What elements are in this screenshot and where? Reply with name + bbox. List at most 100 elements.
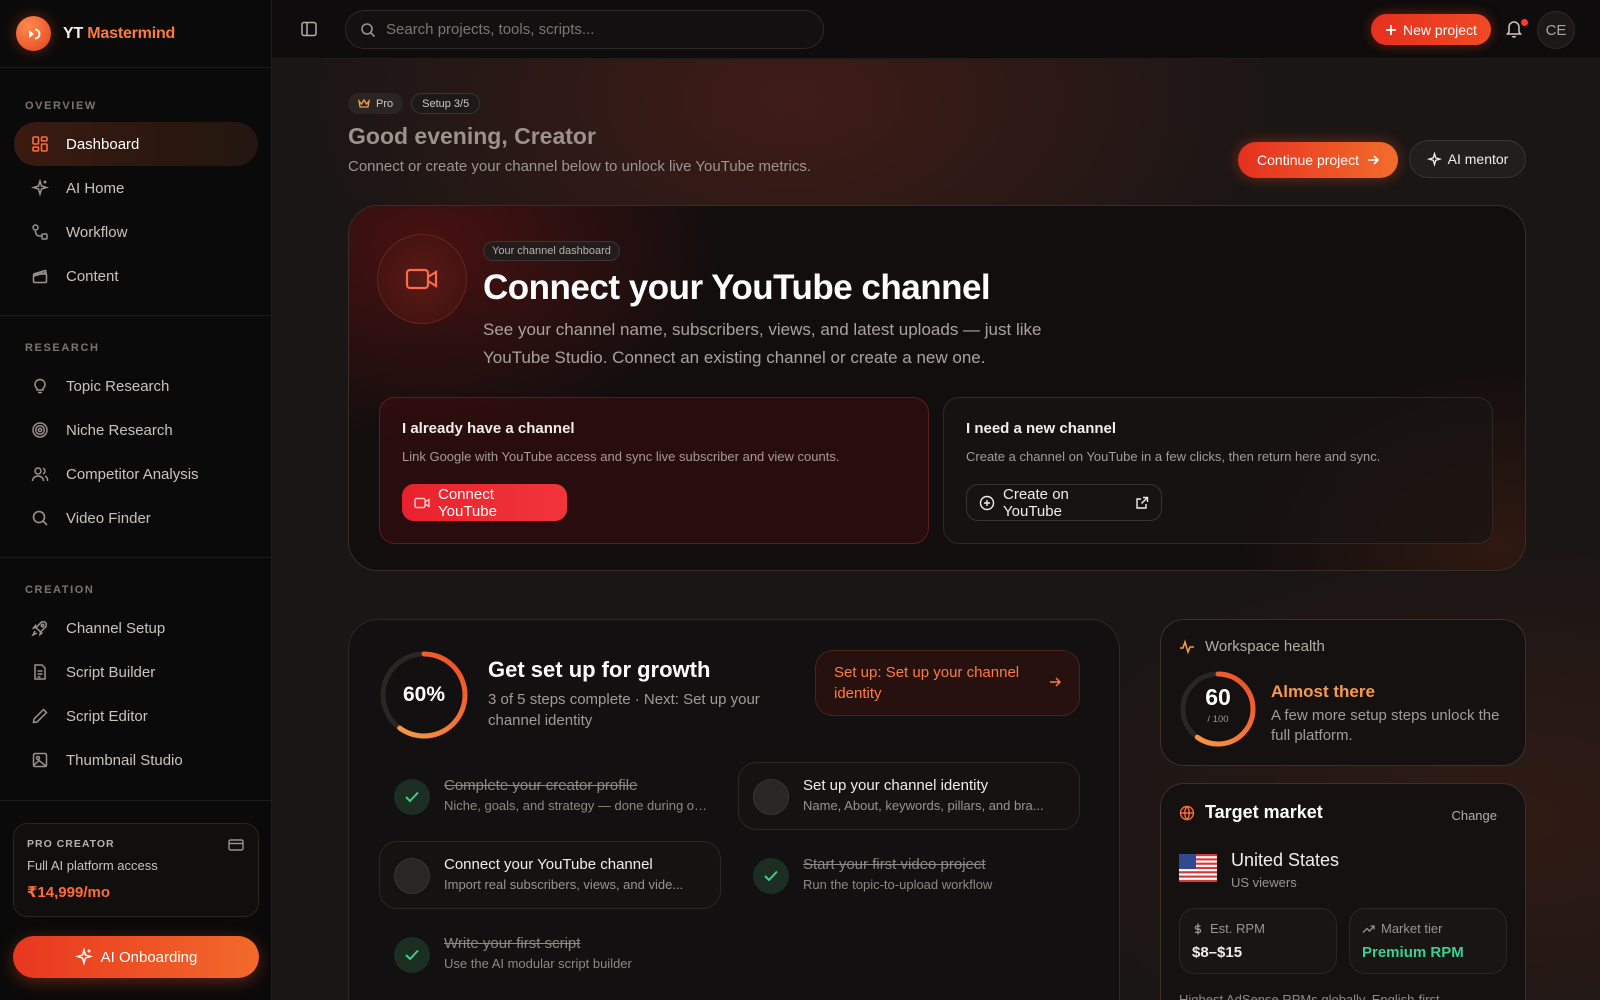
arrow-right-icon bbox=[1049, 676, 1061, 688]
health-score: 60 bbox=[1205, 684, 1231, 710]
option-desc: Link Google with YouTube access and sync… bbox=[402, 449, 840, 464]
sidebar-item-content[interactable]: Content bbox=[14, 254, 258, 298]
video-camera-icon bbox=[377, 234, 467, 324]
brand[interactable]: YT Mastermind bbox=[0, 0, 271, 68]
search-bar[interactable] bbox=[345, 10, 824, 49]
sidebar-item-label: Competitor Analysis bbox=[66, 465, 199, 483]
sidebar-item-video-finder[interactable]: Video Finder bbox=[14, 496, 258, 540]
growth-title: Get set up for growth bbox=[488, 657, 711, 682]
us-flag-icon bbox=[1179, 854, 1217, 882]
setup-progress-badge: Setup 3/5 bbox=[411, 93, 481, 114]
checklist-step[interactable]: Start your first video project Run the t… bbox=[738, 841, 1080, 909]
plan-price: ₹14,999/mo bbox=[27, 884, 110, 901]
new-project-button[interactable]: New project bbox=[1371, 14, 1491, 45]
rocket-icon bbox=[30, 618, 50, 638]
sidebar-item-label: Niche Research bbox=[66, 421, 173, 439]
health-status: Almost there bbox=[1271, 682, 1375, 701]
connect-youtube-button[interactable]: Connect YouTube bbox=[402, 484, 567, 521]
sidebar-item-label: Content bbox=[66, 267, 119, 285]
sidebar-item-competitor-analysis[interactable]: Competitor Analysis bbox=[14, 452, 258, 496]
sidebar-item-topic-research[interactable]: Topic Research bbox=[14, 364, 258, 408]
check-icon bbox=[394, 937, 430, 973]
next-step-button[interactable]: Set up: Set up your channel identity bbox=[815, 650, 1080, 716]
search-icon bbox=[360, 22, 376, 38]
image-icon bbox=[30, 750, 50, 770]
nav-section-label: OVERVIEW bbox=[25, 100, 97, 112]
health-score-ring: 60 / 100 bbox=[1179, 670, 1257, 748]
checklist-step[interactable]: Write your first script Use the AI modul… bbox=[379, 920, 721, 988]
plan-title: PRO CREATOR bbox=[27, 838, 115, 850]
rpm-value: $8–$15 bbox=[1192, 944, 1243, 961]
nav-section-label: RESEARCH bbox=[25, 342, 100, 354]
sidebar-item-channel-setup[interactable]: Channel Setup bbox=[14, 606, 258, 650]
checklist-step[interactable]: Connect your YouTube channel Import real… bbox=[379, 841, 721, 909]
growth-subtitle: 3 of 5 steps complete · Next: Set up you… bbox=[488, 691, 760, 729]
sidebar-item-label: Topic Research bbox=[66, 377, 170, 395]
sidebar-item-workflow[interactable]: Workflow bbox=[14, 210, 258, 254]
notification-dot bbox=[1521, 19, 1528, 26]
sidebar-item-script-builder[interactable]: Script Builder bbox=[14, 650, 258, 694]
sidebar: YT Mastermind OVERVIEW Dashboard AI Home… bbox=[0, 0, 272, 1000]
globe-icon bbox=[1179, 805, 1195, 821]
check-icon bbox=[394, 779, 430, 815]
topbar: New project CE bbox=[272, 0, 1600, 59]
market-tier-stat: Market tier Premium RPM bbox=[1349, 908, 1507, 974]
nav-section-research: RESEARCH Topic Research Niche Research C… bbox=[0, 340, 272, 540]
credit-card-icon bbox=[228, 838, 244, 852]
sidebar-item-dashboard[interactable]: Dashboard bbox=[14, 122, 258, 166]
health-title: Workspace health bbox=[1205, 638, 1325, 655]
ai-mentor-button[interactable]: AI mentor bbox=[1409, 140, 1526, 178]
health-desc: A few more setup steps unlock the full p… bbox=[1271, 707, 1500, 744]
hero-title: Connect your YouTube channel bbox=[483, 268, 991, 307]
market-viewers: US viewers bbox=[1231, 875, 1297, 890]
change-market-link[interactable]: Change bbox=[1451, 808, 1497, 823]
activity-icon bbox=[1179, 638, 1195, 655]
search-input[interactable] bbox=[386, 21, 786, 38]
target-icon bbox=[30, 420, 50, 440]
sidebar-item-label: Thumbnail Studio bbox=[66, 751, 183, 769]
ai-onboarding-label: AI Onboarding bbox=[100, 948, 198, 966]
hero-description: See your channel name, subscribers, view… bbox=[483, 320, 1042, 367]
pro-badge: Pro bbox=[348, 93, 404, 114]
video-camera-icon bbox=[414, 497, 430, 509]
empty-circle-icon bbox=[394, 858, 430, 894]
pen-icon bbox=[30, 706, 50, 726]
market-footnote: Highest AdSense RPMs globally. English-f… bbox=[1179, 992, 1440, 1000]
nav-section-creation: CREATION Channel Setup Script Builder Sc… bbox=[0, 582, 272, 782]
checklist-step[interactable]: Set up your channel identity Name, About… bbox=[738, 762, 1080, 830]
market-country: United States bbox=[1231, 850, 1340, 870]
sidebar-item-label: AI Home bbox=[66, 179, 125, 197]
sidebar-item-niche-research[interactable]: Niche Research bbox=[14, 408, 258, 452]
option-title: I already have a channel bbox=[402, 420, 575, 437]
option-title: I need a new channel bbox=[966, 420, 1117, 437]
plan-card[interactable]: PRO CREATOR Full AI platform access ₹14,… bbox=[13, 823, 259, 917]
continue-project-button[interactable]: Continue project bbox=[1238, 142, 1398, 178]
workspace-health-card: Workspace health 60 / 100 Almost there A… bbox=[1160, 619, 1526, 766]
page-subtitle: Connect or create your channel below to … bbox=[348, 158, 812, 175]
sidebar-item-thumbnail-studio[interactable]: Thumbnail Studio bbox=[14, 738, 258, 782]
plan-desc: Full AI platform access bbox=[27, 858, 158, 873]
sidebar-item-label: Channel Setup bbox=[66, 619, 166, 637]
sidebar-item-ai-home[interactable]: AI Home bbox=[14, 166, 258, 210]
avatar[interactable]: CE bbox=[1537, 11, 1575, 49]
brand-name: YT Mastermind bbox=[63, 24, 176, 42]
rpm-stat: Est. RPM $8–$15 bbox=[1179, 908, 1337, 974]
sidebar-item-label: Script Builder bbox=[66, 663, 156, 681]
create-on-youtube-button[interactable]: Create on YouTube bbox=[966, 484, 1162, 521]
progress-percent: 60% bbox=[402, 683, 446, 706]
sidebar-item-script-editor[interactable]: Script Editor bbox=[14, 694, 258, 738]
sidebar-item-label: Video Finder bbox=[66, 509, 151, 527]
ai-onboarding-button[interactable]: AI Onboarding bbox=[13, 936, 259, 978]
sidebar-toggle-icon[interactable] bbox=[300, 20, 318, 38]
arrow-right-icon bbox=[1367, 154, 1379, 166]
lightbulb-icon bbox=[30, 376, 50, 396]
health-score-max: / 100 bbox=[1207, 714, 1229, 725]
sidebar-item-label: Dashboard bbox=[66, 135, 140, 153]
dollar-icon bbox=[1192, 923, 1204, 935]
option-desc: Create a channel on YouTube in a few cli… bbox=[966, 449, 1381, 464]
nav-section-overview: OVERVIEW Dashboard AI Home Workflow Cont… bbox=[0, 98, 272, 298]
checklist-step[interactable]: Complete your creator profile Niche, goa… bbox=[379, 762, 721, 830]
empty-circle-icon bbox=[753, 779, 789, 815]
search-icon bbox=[30, 508, 50, 528]
sidebar-item-label: Workflow bbox=[66, 223, 128, 241]
